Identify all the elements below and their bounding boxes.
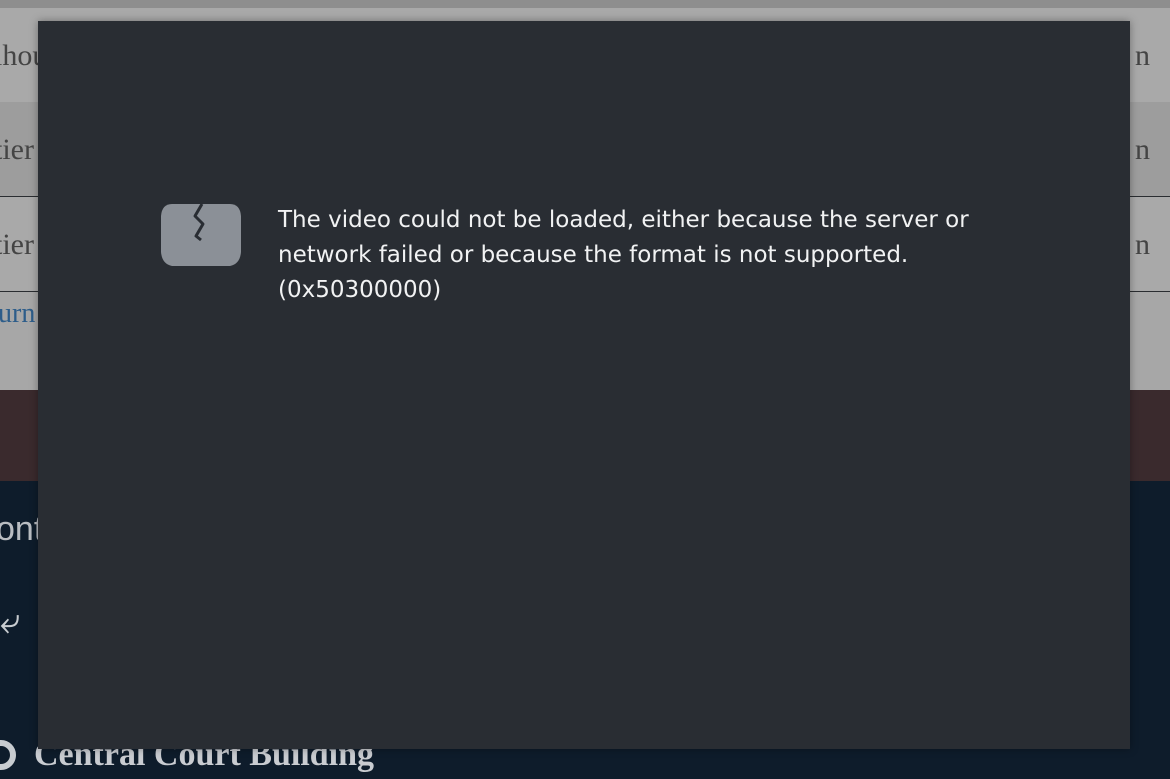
- video-player[interactable]: The video could not be loaded, either be…: [38, 21, 1130, 749]
- error-line: network failed or because the format is …: [278, 242, 909, 268]
- error-line: The video could not be loaded, either be…: [278, 207, 969, 233]
- row-text-right: n: [1135, 39, 1150, 72]
- contact-heading: ont: [0, 510, 44, 548]
- row-text-left: tier: [0, 133, 34, 166]
- row-text-left: tier: [0, 228, 34, 261]
- error-code: (0x50300000): [278, 277, 442, 303]
- broken-video-icon: [161, 203, 241, 266]
- phone-icon: ⤶: [0, 601, 21, 641]
- row-text-right: n: [1135, 133, 1150, 166]
- row-text-right: n: [1135, 228, 1150, 261]
- return-link[interactable]: urn: [0, 298, 35, 330]
- error-message: The video could not be loaded, either be…: [278, 203, 998, 308]
- top-bar: [0, 0, 1170, 8]
